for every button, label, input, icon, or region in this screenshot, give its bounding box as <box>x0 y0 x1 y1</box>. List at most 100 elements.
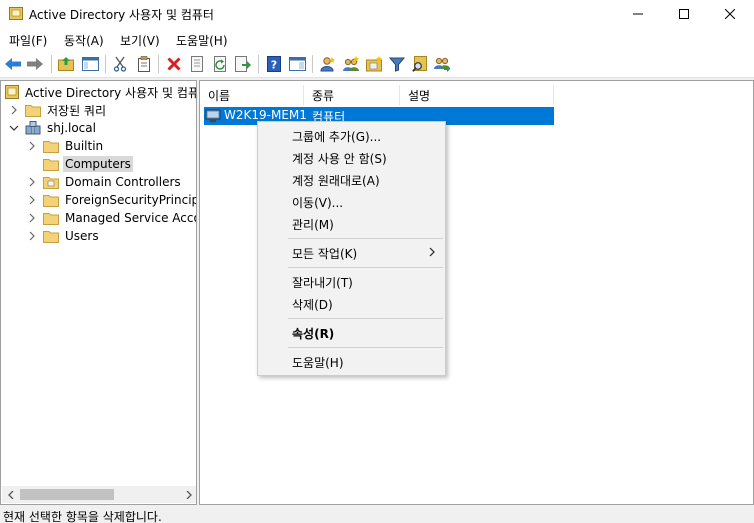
menu-cut[interactable]: 잘라내기(T) <box>258 271 445 293</box>
menu-view[interactable]: 보기(V) <box>120 32 160 49</box>
scroll-right-button[interactable] <box>180 486 196 503</box>
show-hide-tree-button[interactable] <box>80 54 100 74</box>
menu-add-to-group[interactable]: 그룹에 추가(G)... <box>258 125 445 147</box>
show-action-pane-icon <box>288 57 306 71</box>
menu-separator <box>288 347 443 348</box>
toolbar-separator <box>312 55 313 73</box>
menu-manage[interactable]: 관리(M) <box>258 213 445 235</box>
properties-icon <box>191 56 203 72</box>
menu-reset-account[interactable]: 계정 원래대로(A) <box>258 169 445 191</box>
back-arrow-icon <box>5 58 21 70</box>
menu-help-item[interactable]: 도움말(H) <box>258 351 445 373</box>
horizontal-scrollbar[interactable] <box>2 486 196 503</box>
chevron-right-icon[interactable] <box>9 105 19 115</box>
show-action-pane-button[interactable] <box>287 54 307 74</box>
up-folder-icon <box>58 57 74 71</box>
toolbar-separator <box>105 55 106 73</box>
menu-help[interactable]: 도움말(H) <box>176 32 228 49</box>
help-icon: ? <box>267 56 281 72</box>
menu-separator <box>288 267 443 268</box>
help-button[interactable]: ? <box>264 54 284 74</box>
maximize-button[interactable] <box>661 0 707 28</box>
domain-icon <box>25 121 41 135</box>
forward-arrow-icon <box>27 58 43 70</box>
chevron-right-icon[interactable] <box>27 177 37 187</box>
tree-item-managed-service-accounts[interactable]: Managed Service Accou <box>27 209 197 227</box>
close-button[interactable] <box>707 0 753 28</box>
properties-button[interactable] <box>187 54 207 74</box>
menu-delete[interactable]: 삭제(D) <box>258 293 445 315</box>
menu-disable-account[interactable]: 계정 사용 안 함(S) <box>258 147 445 169</box>
ad-snapin-icon <box>5 85 19 99</box>
tree-item-builtin[interactable]: Builtin <box>27 137 105 155</box>
new-group-icon <box>342 56 359 71</box>
folder-icon <box>43 231 59 243</box>
refresh-button[interactable] <box>210 54 230 74</box>
scroll-left-button[interactable] <box>2 486 19 503</box>
tree-item-label: Domain Controllers <box>65 175 181 189</box>
title-bar: Active Directory 사용자 및 컴퓨터 <box>0 0 754 28</box>
tree-item-label: Active Directory 사용자 및 컴퓨터 <box>25 85 197 100</box>
chevron-right-icon[interactable] <box>27 141 37 151</box>
add-to-group-icon <box>434 57 450 72</box>
menu-properties[interactable]: 속성(R) <box>258 322 445 344</box>
menu-bar: 파일(F) 동작(A) 보기(V) 도움말(H) <box>0 28 754 50</box>
status-bar: 현재 선택한 항목을 삭제합니다. <box>0 506 754 523</box>
tree-item-root[interactable]: Active Directory 사용자 및 컴퓨터 <box>5 83 197 101</box>
export-list-button[interactable] <box>233 54 253 74</box>
submenu-arrow-icon <box>429 247 435 257</box>
tree-item-label: Managed Service Accou <box>65 211 197 225</box>
minimize-button[interactable] <box>615 0 661 28</box>
tree-item-computers[interactable]: Computers <box>27 155 133 173</box>
new-ou-button[interactable] <box>364 54 384 74</box>
back-button[interactable] <box>3 54 23 74</box>
delete-button[interactable] <box>164 54 184 74</box>
new-ou-icon <box>365 56 382 72</box>
new-user-button[interactable] <box>318 54 338 74</box>
tree-item-label: Users <box>65 229 99 243</box>
tree-item-domain-controllers[interactable]: Domain Controllers <box>27 173 183 191</box>
menu-move[interactable]: 이동(V)... <box>258 191 445 213</box>
find-button[interactable] <box>410 54 430 74</box>
show-hide-tree-icon <box>81 57 99 71</box>
column-header-name[interactable]: 이름 <box>200 85 304 105</box>
column-header-type[interactable]: 종류 <box>304 85 400 105</box>
computer-icon <box>205 109 221 122</box>
tree-item-label: Computers <box>63 156 133 172</box>
tree-item-label: 저장된 쿼리 <box>47 103 107 118</box>
toolbar-separator <box>51 55 52 73</box>
filter-button[interactable] <box>387 54 407 74</box>
export-list-icon <box>235 56 251 72</box>
tree-item-domain[interactable]: shj.local <box>9 119 98 137</box>
chevron-down-icon[interactable] <box>9 123 19 133</box>
copy-icon <box>138 56 150 72</box>
maximize-icon <box>679 9 689 19</box>
new-group-button[interactable] <box>341 54 361 74</box>
add-to-group-button[interactable] <box>433 54 453 74</box>
chevron-right-icon[interactable] <box>27 231 37 241</box>
refresh-icon <box>213 56 226 72</box>
menu-action[interactable]: 동작(A) <box>64 32 104 49</box>
forward-button[interactable] <box>25 54 45 74</box>
new-user-icon <box>320 57 335 72</box>
filter-icon <box>389 57 405 72</box>
delete-icon <box>167 57 181 71</box>
cut-button[interactable] <box>110 54 130 74</box>
tree-item-foreign-security-principals[interactable]: ForeignSecurityPrincipal <box>27 191 197 209</box>
folder-icon <box>43 195 59 207</box>
chevron-right-icon[interactable] <box>27 195 37 205</box>
console-tree[interactable]: Active Directory 사용자 및 컴퓨터 저장된 쿼리 shj.lo… <box>0 80 197 505</box>
copy-button[interactable] <box>134 54 154 74</box>
column-header-description[interactable]: 설명 <box>400 85 554 105</box>
folder-icon <box>43 213 59 225</box>
up-button[interactable] <box>56 54 76 74</box>
chevron-right-icon[interactable] <box>27 213 37 223</box>
menu-all-tasks[interactable]: 모든 작업(K) <box>258 242 445 264</box>
menu-file[interactable]: 파일(F) <box>9 32 47 49</box>
scroll-thumb[interactable] <box>20 489 114 500</box>
tree-item-users[interactable]: Users <box>27 227 101 245</box>
tree-item-saved-queries[interactable]: 저장된 쿼리 <box>9 101 108 119</box>
tree-item-label: ForeignSecurityPrincipal <box>65 193 197 207</box>
toolbar-separator <box>158 55 159 73</box>
